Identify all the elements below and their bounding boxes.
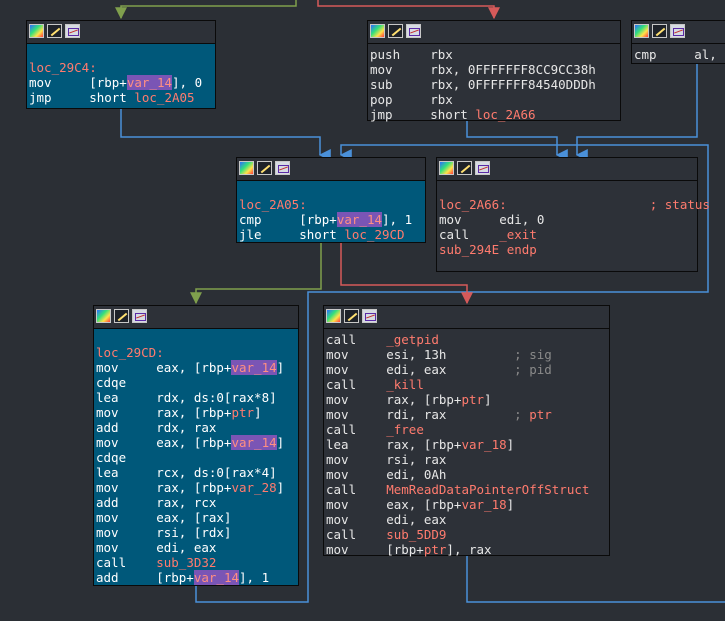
- asm-line[interactable]: call MemReadDataPointerOffStruct: [326, 482, 607, 497]
- asm-line[interactable]: mov edi, eax: [96, 540, 296, 555]
- asm-line[interactable]: mov edi, 0: [439, 212, 695, 227]
- asm-line[interactable]: sub rbx, 0FFFFFFF84540DDDh: [370, 77, 618, 92]
- asm-line[interactable]: mov eax, [rbp+var_18]: [326, 497, 607, 512]
- asm-line[interactable]: loc_2A05:: [239, 197, 423, 212]
- rename-icon[interactable]: [114, 309, 129, 323]
- asm-line[interactable]: mov eax, [rax]: [96, 510, 296, 525]
- node-loc-29c4[interactable]: loc_29C4: mov [rbp+var_14], 0 jmp short …: [26, 20, 216, 109]
- edge-29c4-to-2a05: [120, 109, 331, 161]
- xref-icon[interactable]: [275, 161, 290, 175]
- asm-line[interactable]: mov rdi, rax ; ptr: [326, 407, 607, 422]
- asm-line[interactable]: lea rdx, ds:0[rax*8]: [96, 390, 296, 405]
- node-header: [437, 158, 697, 181]
- node-header: [632, 21, 725, 44]
- edge-push-to-2a66: [466, 121, 568, 161]
- node-call-getpid[interactable]: call _getpid mov esi, 13h ; sig mov edi,…: [323, 305, 610, 557]
- asm-line[interactable]: cdqe: [96, 450, 296, 465]
- asm-line[interactable]: mov rbx, 0FFFFFFF8CC9CC38h: [370, 62, 618, 77]
- asm-line[interactable]: call sub_5DD9: [326, 527, 607, 542]
- asm-line[interactable]: mov eax, [rbp+var_14]: [96, 435, 296, 450]
- graph-overview-icon[interactable]: [439, 161, 454, 175]
- asm-line[interactable]: mov rsi, [rdx]: [96, 525, 296, 540]
- asm-line[interactable]: lea rax, [rbp+var_18]: [326, 437, 607, 452]
- label-loc-29cd[interactable]: loc_29CD:: [96, 345, 164, 360]
- asm-line[interactable]: call _getpid: [326, 332, 607, 347]
- asm-line[interactable]: mov esi, 13h ; sig: [326, 347, 607, 362]
- rename-icon[interactable]: [388, 24, 403, 38]
- node-header: [94, 306, 298, 329]
- asm-line[interactable]: pop rbx: [370, 92, 618, 107]
- asm-line[interactable]: jle short loc_29CD: [239, 227, 423, 242]
- asm-line[interactable]: cdqe: [96, 375, 296, 390]
- graph-overview-icon[interactable]: [634, 24, 649, 38]
- asm-line[interactable]: mov rax, [rbp+var_28]: [96, 480, 296, 495]
- asm-line[interactable]: call _kill: [326, 377, 607, 392]
- asm-line[interactable]: add [rbp+var_14], 1: [96, 570, 296, 585]
- node-header: [324, 306, 609, 329]
- xref-icon[interactable]: [406, 24, 421, 38]
- asm-line[interactable]: call _free: [326, 422, 607, 437]
- asm-line[interactable]: mov edi, 0Ah: [326, 467, 607, 482]
- graph-overview-icon[interactable]: [96, 309, 111, 323]
- asm-line[interactable]: loc_2A66: ; status: [439, 197, 710, 212]
- xref-icon[interactable]: [362, 309, 377, 323]
- graph-overview-icon[interactable]: [29, 24, 44, 38]
- asm-line[interactable]: mov rsi, rax: [326, 452, 607, 467]
- node-loc-2a66[interactable]: loc_2A66: ; status mov edi, 0 call _exit…: [436, 157, 710, 272]
- asm-line[interactable]: loc_29CD:: [96, 345, 296, 360]
- asm-line[interactable]: mov edi, eax ; pid: [326, 362, 607, 377]
- edge-call-out: [466, 556, 725, 603]
- graph-overview-icon[interactable]: [370, 24, 385, 38]
- asm-line[interactable]: mov edi, eax: [326, 512, 607, 527]
- rename-icon[interactable]: [47, 24, 62, 38]
- rename-icon[interactable]: [344, 309, 359, 323]
- asm-line[interactable]: push rbx: [370, 47, 618, 62]
- edge-2a05-to-29cd: [190, 243, 322, 305]
- asm-line[interactable]: jmp short loc_2A66: [370, 107, 618, 122]
- label-loc-2a05[interactable]: loc_2A05:: [239, 197, 307, 212]
- asm-line[interactable]: call sub_3D32: [96, 555, 296, 570]
- rename-icon[interactable]: [257, 161, 272, 175]
- asm-line[interactable]: add rdx, rax: [96, 420, 296, 435]
- graph-overview-icon[interactable]: [239, 161, 254, 175]
- asm-line[interactable]: jmp short loc_2A05: [29, 90, 213, 105]
- xref-icon[interactable]: [475, 161, 490, 175]
- asm-line[interactable]: mov [rbp+var_14], 0: [29, 75, 213, 90]
- asm-line[interactable]: loc_29C4:: [29, 60, 213, 75]
- node-header: [27, 21, 215, 44]
- graph-overview-icon[interactable]: [326, 309, 341, 323]
- node-header: [237, 158, 425, 181]
- asm-line[interactable]: sub_294E endp: [439, 242, 695, 257]
- asm-line[interactable]: cmp al,: [634, 47, 725, 62]
- node-loc-2a05[interactable]: loc_2A05: cmp [rbp+var_14], 1 jle short …: [236, 157, 426, 243]
- rename-icon[interactable]: [652, 24, 667, 38]
- node-loc-29cd[interactable]: loc_29CD: mov eax, [rbp+var_14] cdqe lea…: [93, 305, 299, 586]
- edge-top-red: [317, 0, 500, 20]
- asm-line[interactable]: mov rax, [rbp+ptr]: [326, 392, 607, 407]
- asm-line[interactable]: add rax, rcx: [96, 495, 296, 510]
- asm-line[interactable]: mov rax, [rbp+ptr]: [96, 405, 296, 420]
- asm-line[interactable]: lea rcx, ds:0[rax*4]: [96, 465, 296, 480]
- asm-line[interactable]: call _exit: [439, 227, 695, 242]
- xref-icon[interactable]: [670, 24, 685, 38]
- xref-icon[interactable]: [132, 309, 147, 323]
- asm-line[interactable]: cmp [rbp+var_14], 1: [239, 212, 423, 227]
- asm-line[interactable]: mov [rbp+ptr], rax: [326, 542, 607, 557]
- label-loc-29c4[interactable]: loc_29C4:: [29, 60, 97, 75]
- xref-icon[interactable]: [65, 24, 80, 38]
- edge-top-green: [115, 0, 297, 20]
- asm-line[interactable]: mov eax, [rbp+var_14]: [96, 360, 296, 375]
- node-push-rbx[interactable]: push rbx mov rbx, 0FFFFFFF8CC9CC38h sub …: [367, 20, 621, 122]
- node-cmp-al[interactable]: cmp al,: [631, 20, 725, 64]
- node-header: [368, 21, 620, 44]
- label-loc-2a66[interactable]: loc_2A66: ; status: [439, 197, 710, 212]
- rename-icon[interactable]: [457, 161, 472, 175]
